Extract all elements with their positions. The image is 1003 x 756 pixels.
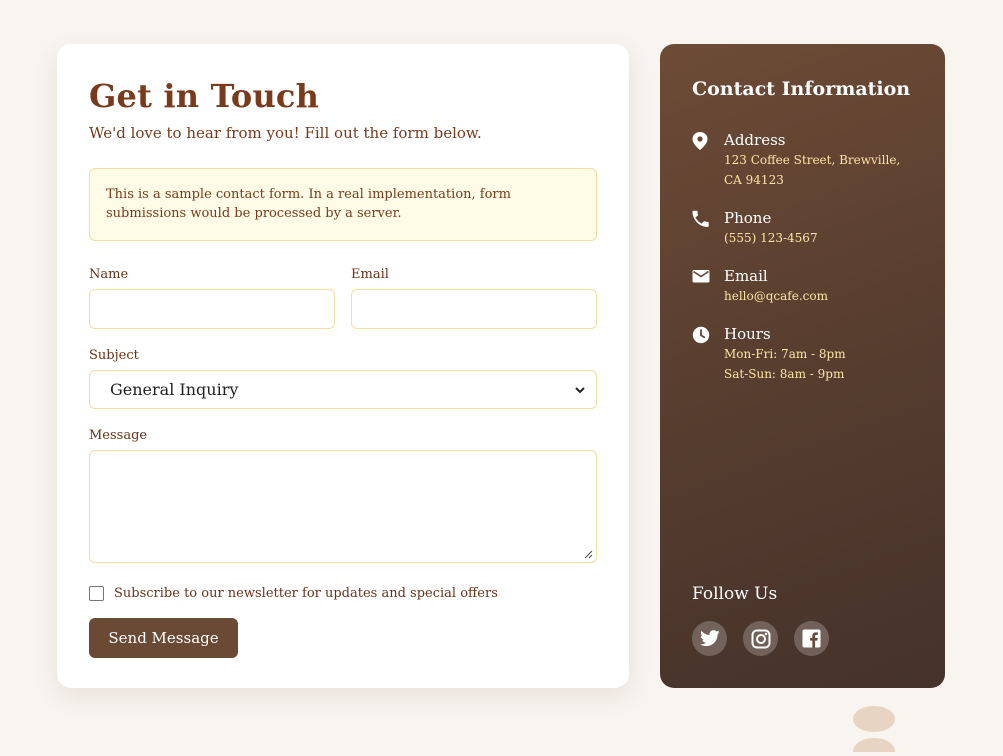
address-label: Address (724, 131, 786, 149)
address-line-1: 123 Coffee Street, Brewville, (724, 153, 901, 167)
newsletter-row: Subscribe to our newsletter for updates … (89, 586, 597, 601)
email-field-group: Email (351, 267, 597, 329)
follow-us-title: Follow Us (692, 584, 778, 604)
newsletter-checkbox[interactable] (89, 586, 104, 601)
email-info-value: hello@qcafe.com (724, 289, 828, 303)
instagram-link[interactable] (743, 621, 778, 656)
address-line-2: CA 94123 (724, 173, 784, 187)
social-links (692, 621, 829, 656)
hours-weekday: Mon-Fri: 7am - 8pm (724, 347, 846, 361)
message-textarea[interactable] (89, 450, 597, 563)
message-field-group: Message (89, 428, 597, 563)
info-item-phone: Phone (555) 123-4567 (692, 208, 913, 248)
message-label: Message (89, 428, 148, 443)
subject-label: Subject (89, 348, 139, 363)
location-pin-icon (692, 130, 712, 190)
contact-info-card: Contact Information Address 123 Coffee S… (660, 44, 945, 688)
hours-weekend: Sat-Sun: 8am - 9pm (724, 367, 845, 381)
chevron-down-icon (575, 386, 585, 393)
email-info-label: Email (724, 267, 768, 285)
phone-label: Phone (724, 209, 772, 227)
name-field-group: Name (89, 267, 335, 329)
phone-value: (555) 123-4567 (724, 231, 818, 245)
page-title: Get in Touch (89, 77, 320, 115)
subject-field-group: Subject General Inquiry (89, 348, 597, 409)
clock-icon (692, 324, 712, 384)
twitter-link[interactable] (692, 621, 727, 656)
newsletter-label[interactable]: Subscribe to our newsletter for updates … (114, 586, 498, 601)
info-item-address: Address 123 Coffee Street, Brewville, CA… (692, 130, 913, 190)
subject-select[interactable]: General Inquiry (89, 370, 597, 409)
facebook-icon (802, 629, 821, 648)
mail-icon (692, 266, 712, 306)
resize-handle-icon[interactable] (584, 550, 593, 559)
twitter-icon (699, 630, 720, 647)
hours-label: Hours (724, 325, 771, 343)
email-input[interactable] (351, 289, 597, 329)
info-item-hours: Hours Mon-Fri: 7am - 8pm Sat-Sun: 8am - … (692, 324, 913, 384)
contact-info-title: Contact Information (692, 78, 911, 100)
phone-icon (692, 208, 712, 248)
contact-form-card: Get in Touch We'd love to hear from you!… (57, 44, 629, 688)
send-message-button[interactable]: Send Message (89, 618, 238, 658)
instagram-icon (751, 629, 770, 648)
page-subtitle: We'd love to hear from you! Fill out the… (89, 124, 482, 142)
subject-selected-value: General Inquiry (110, 380, 239, 399)
email-label: Email (351, 267, 389, 282)
name-input[interactable] (89, 289, 335, 329)
sample-form-notice: This is a sample contact form. In a real… (89, 168, 597, 241)
name-label: Name (89, 267, 129, 282)
decorative-shape (853, 706, 895, 752)
info-item-email: Email hello@qcafe.com (692, 266, 913, 306)
facebook-link[interactable] (794, 621, 829, 656)
